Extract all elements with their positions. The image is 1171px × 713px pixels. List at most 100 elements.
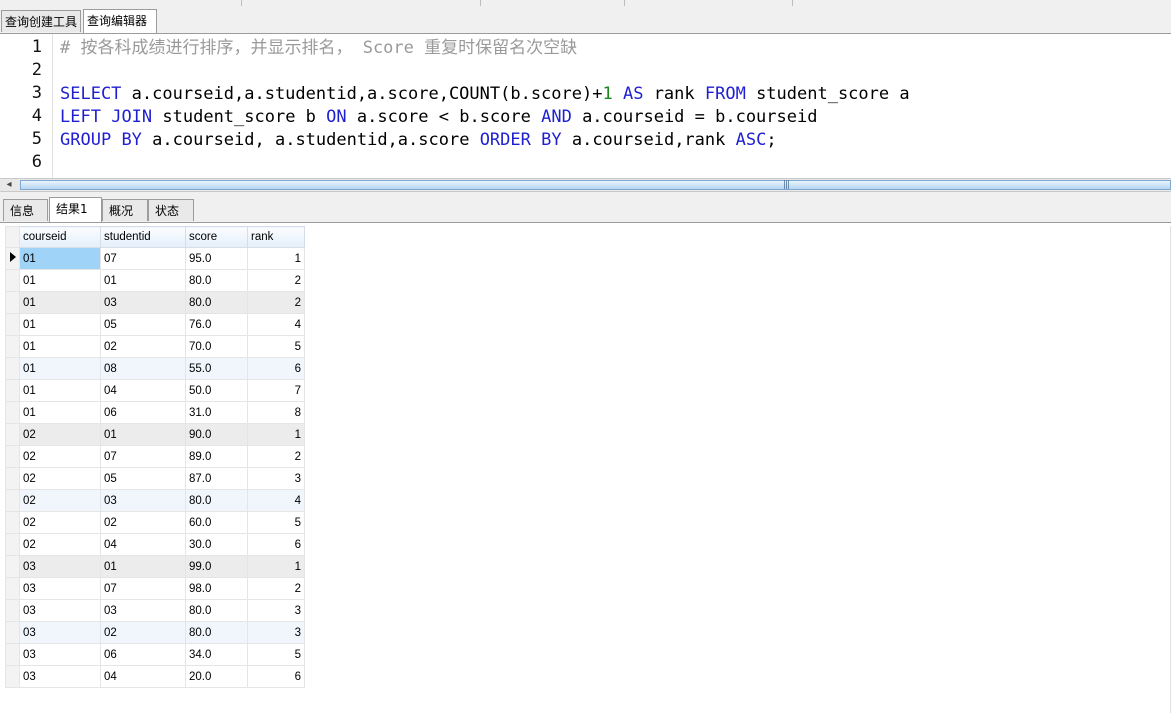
cell-courseid[interactable]: 01 xyxy=(19,401,101,424)
cell-score[interactable]: 30.0 xyxy=(185,533,248,556)
cell-rank[interactable]: 5 xyxy=(247,643,305,666)
cell-score[interactable]: 50.0 xyxy=(185,379,248,402)
cell-studentid[interactable]: 05 xyxy=(100,313,186,336)
cell-score[interactable]: 80.0 xyxy=(185,489,248,512)
row-indicator[interactable] xyxy=(5,335,20,358)
row-indicator[interactable] xyxy=(5,423,20,446)
code-line-4[interactable]: LEFT JOIN student_score b ON a.score < b… xyxy=(60,106,817,129)
cell-score[interactable]: 89.0 xyxy=(185,445,248,468)
cell-studentid[interactable]: 08 xyxy=(100,357,186,380)
cell-courseid[interactable]: 01 xyxy=(19,313,101,336)
row-indicator[interactable] xyxy=(5,511,20,534)
tab-result1[interactable]: 结果1 xyxy=(49,197,102,222)
cell-courseid[interactable]: 03 xyxy=(19,599,101,622)
sql-editor[interactable]: 1 2 3 4 5 6 # 按各科成绩进行排序，并显示排名， Score 重复时… xyxy=(0,34,1171,178)
column-header-score[interactable]: score xyxy=(185,226,248,248)
cell-rank[interactable]: 1 xyxy=(247,423,305,446)
column-header-courseid[interactable]: courseid xyxy=(19,226,101,248)
cell-score[interactable]: 70.0 xyxy=(185,335,248,358)
cell-rank[interactable]: 4 xyxy=(247,489,305,512)
cell-rank[interactable]: 2 xyxy=(247,445,305,468)
cell-studentid[interactable]: 03 xyxy=(100,489,186,512)
editor-horizontal-scrollbar[interactable]: ◂ ||| xyxy=(0,178,1171,192)
cell-studentid[interactable]: 06 xyxy=(100,401,186,424)
scroll-left-arrow-icon[interactable]: ◂ xyxy=(2,179,16,191)
cell-courseid[interactable]: 02 xyxy=(19,511,101,534)
cell-courseid[interactable]: 02 xyxy=(19,467,101,490)
cell-courseid[interactable]: 01 xyxy=(19,269,101,292)
table-row[interactable]: 03 06 34.0 5 xyxy=(5,643,305,666)
cell-score[interactable]: 34.0 xyxy=(185,643,248,666)
row-indicator[interactable] xyxy=(5,379,20,402)
table-row[interactable]: 02 05 87.0 3 xyxy=(5,467,305,490)
cell-studentid[interactable]: 03 xyxy=(100,599,186,622)
cell-score[interactable]: 55.0 xyxy=(185,357,248,380)
cell-rank[interactable]: 3 xyxy=(247,599,305,622)
cell-score[interactable]: 80.0 xyxy=(185,621,248,644)
table-row[interactable]: 01 04 50.0 7 xyxy=(5,379,305,402)
table-row[interactable]: 01 08 55.0 6 xyxy=(5,357,305,380)
cell-studentid[interactable]: 03 xyxy=(100,291,186,314)
cell-studentid[interactable]: 07 xyxy=(100,445,186,468)
row-indicator[interactable] xyxy=(5,599,20,622)
cell-studentid[interactable]: 02 xyxy=(100,621,186,644)
result-grid[interactable]: courseid studentid score rank 01 07 95.0 1 0… xyxy=(5,226,305,688)
code-line-1[interactable]: # 按各科成绩进行排序，并显示排名， Score 重复时保留名次空缺 xyxy=(60,37,577,60)
row-indicator[interactable] xyxy=(5,269,20,292)
cell-rank[interactable]: 5 xyxy=(247,335,305,358)
cell-studentid[interactable]: 02 xyxy=(100,511,186,534)
cell-rank[interactable]: 2 xyxy=(247,269,305,292)
cell-score[interactable]: 87.0 xyxy=(185,467,248,490)
table-row[interactable]: 02 07 89.0 2 xyxy=(5,445,305,468)
cell-courseid[interactable]: 03 xyxy=(19,643,101,666)
cell-rank[interactable]: 6 xyxy=(247,665,305,688)
cell-rank[interactable]: 5 xyxy=(247,511,305,534)
cell-studentid[interactable]: 04 xyxy=(100,533,186,556)
cell-studentid[interactable]: 04 xyxy=(100,379,186,402)
cell-courseid[interactable]: 02 xyxy=(19,423,101,446)
cell-rank[interactable]: 8 xyxy=(247,401,305,424)
scrollbar-thumb[interactable]: ||| xyxy=(20,180,1171,190)
table-row[interactable]: 01 01 80.0 2 xyxy=(5,269,305,292)
cell-score[interactable]: 31.0 xyxy=(185,401,248,424)
cell-score[interactable]: 98.0 xyxy=(185,577,248,600)
cell-rank[interactable]: 3 xyxy=(247,621,305,644)
table-row[interactable]: 01 07 95.0 1 xyxy=(5,247,305,270)
table-row[interactable]: 02 02 60.0 5 xyxy=(5,511,305,534)
table-row[interactable]: 03 04 20.0 6 xyxy=(5,665,305,688)
cell-rank[interactable]: 2 xyxy=(247,577,305,600)
cell-rank[interactable]: 3 xyxy=(247,467,305,490)
table-row[interactable]: 01 05 76.0 4 xyxy=(5,313,305,336)
row-indicator[interactable] xyxy=(5,643,20,666)
column-header-rank[interactable]: rank xyxy=(247,226,305,248)
cell-studentid[interactable]: 05 xyxy=(100,467,186,490)
row-indicator[interactable] xyxy=(5,555,20,578)
cell-studentid[interactable]: 04 xyxy=(100,665,186,688)
cell-studentid[interactable]: 02 xyxy=(100,335,186,358)
cell-rank[interactable]: 7 xyxy=(247,379,305,402)
cell-studentid[interactable]: 07 xyxy=(100,577,186,600)
table-row[interactable]: 03 01 99.0 1 xyxy=(5,555,305,578)
table-row[interactable]: 01 03 80.0 2 xyxy=(5,291,305,314)
cell-studentid[interactable]: 01 xyxy=(100,423,186,446)
row-indicator[interactable] xyxy=(5,401,20,424)
cell-score[interactable]: 95.0 xyxy=(185,247,248,270)
cell-courseid[interactable]: 02 xyxy=(19,445,101,468)
cell-score[interactable]: 90.0 xyxy=(185,423,248,446)
cell-studentid[interactable]: 01 xyxy=(100,269,186,292)
tab-profile[interactable]: 概况 xyxy=(102,199,148,221)
cell-score[interactable]: 76.0 xyxy=(185,313,248,336)
table-row[interactable]: 02 01 90.0 1 xyxy=(5,423,305,446)
row-indicator[interactable] xyxy=(5,291,20,314)
cell-studentid[interactable]: 06 xyxy=(100,643,186,666)
tab-query-builder[interactable]: 查询创建工具 xyxy=(1,10,81,32)
tab-status[interactable]: 状态 xyxy=(148,199,194,221)
code-line-3[interactable]: SELECT a.courseid,a.studentid,a.score,CO… xyxy=(60,83,910,106)
cell-rank[interactable]: 4 xyxy=(247,313,305,336)
table-row[interactable]: 02 03 80.0 4 xyxy=(5,489,305,512)
cell-courseid[interactable]: 01 xyxy=(19,379,101,402)
row-indicator[interactable] xyxy=(5,621,20,644)
cell-rank[interactable]: 6 xyxy=(247,533,305,556)
table-row[interactable]: 03 03 80.0 3 xyxy=(5,599,305,622)
cell-courseid[interactable]: 03 xyxy=(19,555,101,578)
